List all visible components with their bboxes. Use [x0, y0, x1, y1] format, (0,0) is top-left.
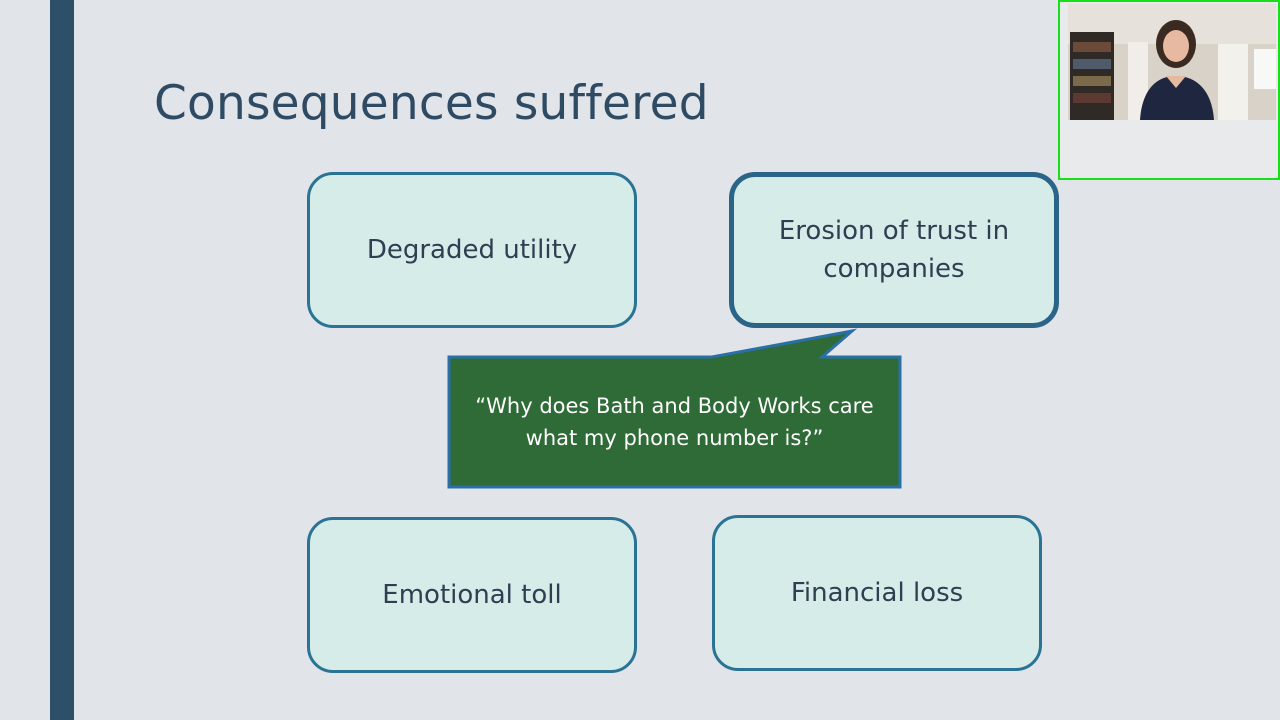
webcam-overlay[interactable]	[1058, 0, 1280, 180]
box-erosion-of-trust[interactable]: Erosion of trust in companies	[729, 172, 1059, 328]
callout-quote: “Why does Bath and Body Works care what …	[475, 394, 874, 450]
presenter-video-icon	[1068, 4, 1276, 120]
slide-title: Consequences suffered	[154, 76, 709, 131]
box-degraded-utility: Degraded utility	[307, 172, 637, 328]
webcam-video	[1068, 4, 1276, 120]
slide-canvas: Consequences suffered Degraded utility E…	[0, 0, 1280, 720]
box-emotional-toll: Emotional toll	[307, 517, 637, 673]
box-label: Erosion of trust in companies	[778, 216, 1010, 284]
box-label: Emotional toll	[382, 580, 562, 610]
box-label: Financial loss	[790, 578, 964, 608]
box-financial-loss: Financial loss	[712, 515, 1042, 671]
box-label: Degraded utility	[366, 235, 578, 265]
accent-bar	[50, 0, 74, 720]
